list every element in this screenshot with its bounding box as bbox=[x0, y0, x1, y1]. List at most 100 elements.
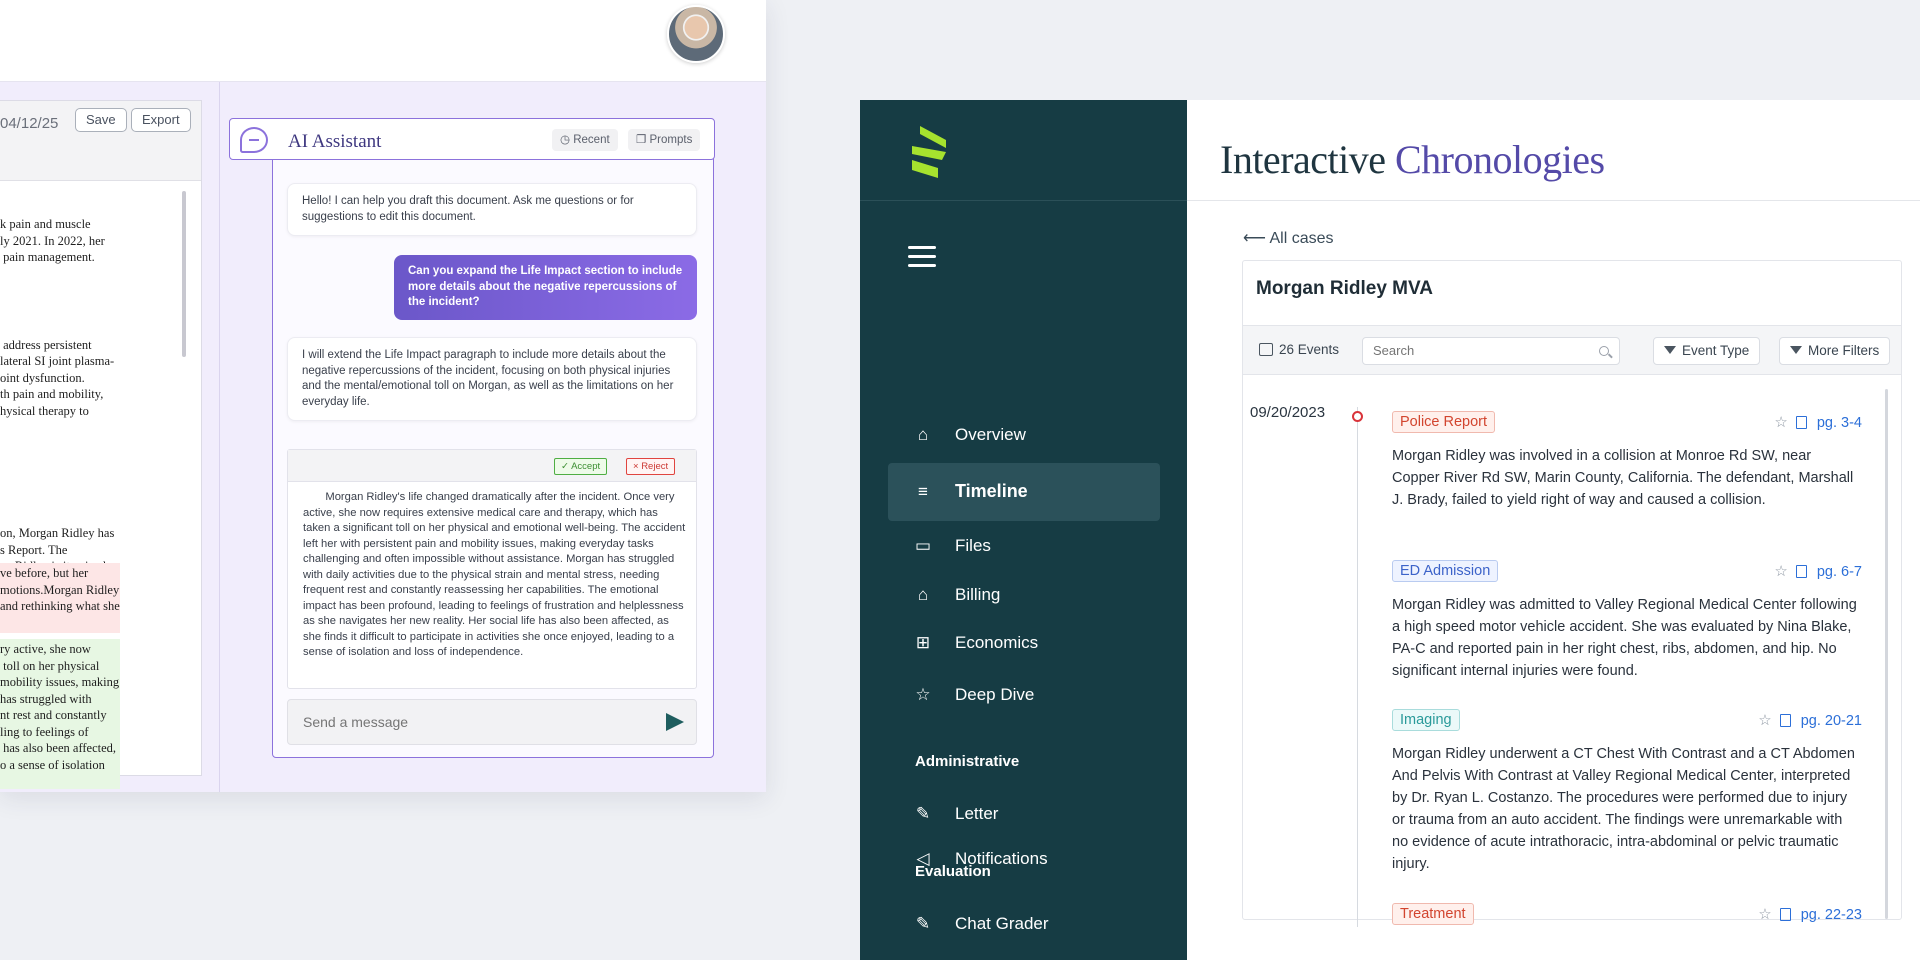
calculator-icon: ⊞ bbox=[915, 633, 931, 652]
sidebar-item-label: Letter bbox=[955, 804, 999, 823]
sidebar-item-letter[interactable]: ✎ Letter bbox=[888, 791, 1160, 837]
draft-body: Morgan Ridley's life changed dramaticall… bbox=[303, 491, 686, 658]
sidebar-divider bbox=[860, 200, 1187, 201]
assistant-message: Hello! I can help you draft this documen… bbox=[287, 183, 697, 236]
sidebar-item-label: Timeline bbox=[955, 481, 1028, 501]
event-tag: Police Report bbox=[1392, 411, 1496, 433]
timeline-date: 09/20/2023 bbox=[1250, 404, 1326, 421]
save-button[interactable]: Save bbox=[75, 108, 127, 132]
sidebar-item-chat-grader[interactable]: ✎ Chat Grader bbox=[888, 901, 1160, 947]
logo-icon bbox=[912, 126, 946, 178]
sidebar-item-timeline[interactable]: ≡ Timeline bbox=[888, 463, 1160, 521]
administrative-heading: Administrative bbox=[915, 753, 1020, 770]
clock-icon: ◷ bbox=[560, 133, 574, 146]
page-link[interactable]: pg. 6-7 bbox=[1817, 564, 1862, 580]
document-toolbar: 04/12/25 Save Export bbox=[0, 101, 201, 181]
panel-divider bbox=[219, 82, 220, 792]
header-divider bbox=[1187, 200, 1920, 201]
timeline-line bbox=[1357, 407, 1358, 927]
star-icon[interactable]: ☆ bbox=[1774, 563, 1787, 580]
events-count: 26 Events bbox=[1259, 342, 1339, 357]
case-card: Morgan Ridley MVA 26 Events Event Type M… bbox=[1242, 260, 1902, 927]
message-composer bbox=[287, 699, 697, 745]
sidebar-item-billing[interactable]: ⌂ Billing bbox=[888, 572, 1160, 618]
ai-assistant-panel: AI Assistant ◷ Recent ❐ Prompts Hello! I… bbox=[229, 117, 715, 758]
document-icon bbox=[1795, 416, 1807, 429]
draft-actions-bar: ✓ Accept × Reject bbox=[288, 450, 696, 482]
draft-text: Morgan Ridley's life changed dramaticall… bbox=[303, 490, 687, 661]
sidebar-item-files[interactable]: ▭ Files bbox=[888, 523, 1160, 569]
message-input[interactable] bbox=[303, 714, 643, 730]
event-type-label: Event Type bbox=[1682, 343, 1750, 358]
folder-icon: ▭ bbox=[914, 536, 932, 555]
search-box bbox=[1362, 337, 1620, 365]
export-button[interactable]: Export bbox=[131, 108, 191, 132]
sidebar-item-overview[interactable]: ⌂ Overview bbox=[888, 412, 1160, 458]
accept-label: Accept bbox=[571, 461, 601, 472]
timeline-event[interactable]: Treatment ☆ pg. 22-23 bbox=[1392, 903, 1862, 925]
event-tag: ED Admission bbox=[1392, 560, 1499, 582]
more-filters-label: More Filters bbox=[1808, 343, 1880, 358]
sidebar-item-label: Billing bbox=[955, 585, 1001, 604]
document-text: k pain and muscle ly 2021. In 2022, her … bbox=[0, 183, 180, 624]
calendar-icon bbox=[1259, 343, 1273, 356]
search-icon[interactable] bbox=[1599, 346, 1609, 356]
title-part-1: Interactive bbox=[1220, 137, 1386, 182]
sidebar: ⌂ Overview ≡ Timeline ▭ Files ⌂ Billing … bbox=[860, 100, 1187, 960]
edit-icon: ✎ bbox=[915, 914, 931, 933]
sidebar-item-label: Overview bbox=[955, 425, 1026, 444]
search-input[interactable] bbox=[1373, 343, 1583, 358]
chat-bubble-icon bbox=[240, 126, 268, 153]
draft-suggestion: ✓ Accept × Reject Morgan Ridley's life c… bbox=[287, 449, 697, 689]
event-description: Morgan Ridley was admitted to Valley Reg… bbox=[1392, 597, 1857, 679]
prompts-button[interactable]: ❐ Prompts bbox=[628, 128, 701, 151]
user-avatar[interactable] bbox=[667, 5, 725, 63]
all-cases-link[interactable]: ⟵ All cases bbox=[1243, 228, 1334, 248]
reject-button[interactable]: × Reject bbox=[626, 458, 676, 475]
document-date: 04/12/25 bbox=[0, 115, 59, 132]
accept-button[interactable]: ✓ Accept bbox=[554, 458, 608, 475]
document-icon bbox=[1779, 714, 1791, 727]
home-icon: ⌂ bbox=[917, 425, 929, 444]
reject-label: Reject bbox=[641, 461, 669, 472]
page-link[interactable]: pg. 20-21 bbox=[1801, 713, 1862, 729]
removed-text: ve before, but her motions.Morgan Ridley… bbox=[0, 566, 120, 613]
timeline-event[interactable]: Imaging ☆ pg. 20-21 Morgan Ridley underwe… bbox=[1392, 709, 1862, 875]
star-icon[interactable]: ☆ bbox=[1758, 906, 1771, 923]
filter-bar: 26 Events Event Type More Filters bbox=[1243, 325, 1901, 375]
send-icon[interactable] bbox=[666, 713, 684, 731]
timeline-event[interactable]: Police Report ☆ pg. 3-4 Morgan Ridley was… bbox=[1392, 411, 1862, 511]
sidebar-item-economics[interactable]: ⊞ Economics bbox=[888, 620, 1160, 666]
timeline-dot bbox=[1352, 411, 1363, 422]
timeline-scrollbar[interactable] bbox=[1885, 389, 1888, 919]
document-panel: 04/12/25 Save Export k pain and muscle l… bbox=[0, 100, 202, 789]
event-type-filter[interactable]: Event Type bbox=[1653, 337, 1761, 365]
filter-icon bbox=[1664, 346, 1676, 354]
page-link[interactable]: pg. 3-4 bbox=[1817, 415, 1862, 431]
events-count-label: 26 Events bbox=[1279, 342, 1340, 357]
editor-top-bar bbox=[0, 0, 766, 82]
timeline-event[interactable]: ED Admission ☆ pg. 6-7 Morgan Ridley was … bbox=[1392, 560, 1862, 682]
page-link[interactable]: pg. 22-23 bbox=[1801, 907, 1862, 923]
event-actions: ☆ pg. 3-4 bbox=[1774, 413, 1862, 431]
more-filters-button[interactable]: More Filters bbox=[1779, 337, 1891, 365]
prompts-label: Prompts bbox=[649, 133, 693, 146]
menu-icon[interactable] bbox=[908, 246, 936, 268]
assistant-header: AI Assistant ◷ Recent ❐ Prompts bbox=[229, 117, 715, 160]
chronologies-window: ⌂ Overview ≡ Timeline ▭ Files ⌂ Billing … bbox=[860, 100, 1920, 960]
assistant-reply: I will extend the Life Impact paragraph … bbox=[287, 337, 697, 421]
all-cases-label: All cases bbox=[1269, 230, 1334, 247]
case-title: Morgan Ridley MVA bbox=[1256, 278, 1433, 299]
document-scrollbar[interactable] bbox=[182, 191, 186, 357]
document-icon bbox=[1795, 565, 1807, 578]
sidebar-item-label: Deep Dive bbox=[955, 685, 1035, 704]
evaluation-heading: Evaluation bbox=[915, 863, 991, 880]
document-paragraph: address persistent lateral SI joint plas… bbox=[0, 337, 115, 418]
page-title: Interactive Chronologies bbox=[1220, 136, 1605, 183]
recent-button[interactable]: ◷ Recent bbox=[552, 128, 618, 151]
star-icon[interactable]: ☆ bbox=[1758, 712, 1771, 729]
event-tag: Imaging bbox=[1392, 709, 1460, 731]
sidebar-item-deep-dive[interactable]: ☆ Deep Dive bbox=[888, 672, 1160, 718]
editor-body: 04/12/25 Save Export k pain and muscle l… bbox=[0, 82, 766, 792]
star-icon[interactable]: ☆ bbox=[1774, 414, 1787, 431]
